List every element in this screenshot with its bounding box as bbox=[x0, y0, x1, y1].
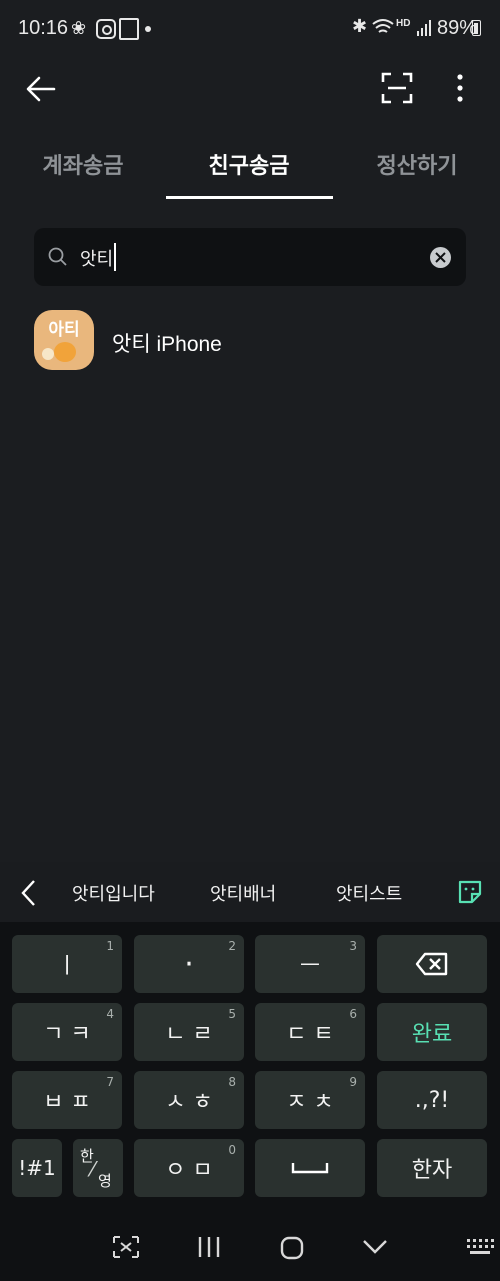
key-g-k[interactable]: ㄱ ㅋ 4 bbox=[12, 1003, 122, 1061]
status-time: 10:16 bbox=[18, 17, 69, 39]
hanja-key[interactable]: 한자 bbox=[377, 1139, 487, 1197]
character-small-icon bbox=[42, 348, 54, 360]
key-number: 5 bbox=[228, 1007, 236, 1021]
key-number: 3 bbox=[349, 939, 357, 953]
key-n-r[interactable]: ㄴ ㄹ 5 bbox=[134, 1003, 244, 1061]
key-label: ㄷ ㅌ bbox=[286, 1022, 334, 1047]
key-number: 0 bbox=[228, 1143, 236, 1157]
key-label: ㅇ ㅁ bbox=[165, 1158, 213, 1183]
status-bar: 10:16 ❀ ✱ HD 89% bbox=[0, 0, 500, 48]
suggestion-bar: 앗티입니다 앗티배너 앗티스트 bbox=[0, 862, 500, 922]
tab-settlement[interactable]: 정산하기 bbox=[334, 148, 500, 180]
suggestion-2[interactable]: 앗티배너 bbox=[210, 880, 276, 906]
more-options-icon[interactable] bbox=[452, 72, 468, 106]
key-label: ㅣ bbox=[56, 954, 78, 979]
key-number: 9 bbox=[349, 1075, 357, 1089]
key-label: 한자 bbox=[411, 1158, 453, 1183]
symbols-key[interactable]: !#1 bbox=[12, 1139, 62, 1197]
backspace-icon bbox=[415, 952, 448, 976]
friend-list-item[interactable]: 아티 앗티 iPhone bbox=[34, 310, 466, 372]
hd-voice-badge: HD bbox=[396, 18, 411, 29]
key-number: 2 bbox=[228, 939, 236, 953]
flower-icon: ❀ bbox=[71, 18, 87, 39]
text-cursor bbox=[114, 243, 116, 271]
key-number: 8 bbox=[228, 1075, 236, 1089]
battery-icon bbox=[472, 20, 481, 36]
suggestion-1[interactable]: 앗티입니다 bbox=[72, 880, 155, 906]
key-d-t[interactable]: ㄷ ㅌ 6 bbox=[255, 1003, 365, 1061]
search-input[interactable]: 앗티 bbox=[80, 245, 113, 271]
recent-apps-icon[interactable] bbox=[196, 1235, 222, 1259]
key-number: 4 bbox=[106, 1007, 114, 1021]
notification-app-icon bbox=[119, 18, 139, 40]
home-icon[interactable] bbox=[279, 1235, 305, 1261]
key-dot[interactable]: · 2 bbox=[134, 935, 244, 993]
transfer-tabs: 계좌송금 친구송금 정산하기 bbox=[0, 138, 500, 200]
key-horizontal[interactable]: ㅡ 3 bbox=[255, 935, 365, 993]
search-field[interactable]: 앗티 bbox=[34, 228, 466, 286]
space-key[interactable] bbox=[255, 1139, 365, 1197]
key-vertical[interactable]: ㅣ 1 bbox=[12, 935, 122, 993]
key-label: .,?! bbox=[414, 1087, 450, 1113]
avatar: 아티 bbox=[34, 310, 94, 370]
suggestion-3[interactable]: 앗티스트 bbox=[336, 880, 402, 906]
key-number: 6 bbox=[349, 1007, 357, 1021]
signal-icon bbox=[417, 20, 431, 36]
done-key[interactable]: 완료 bbox=[377, 1003, 487, 1061]
key-number: 7 bbox=[106, 1075, 114, 1089]
backspace-key[interactable] bbox=[377, 935, 487, 993]
key-label: ㄱ ㅋ bbox=[43, 1022, 91, 1047]
key-label: · bbox=[184, 946, 194, 982]
tab-friend-transfer[interactable]: 친구송금 bbox=[166, 148, 332, 180]
friend-name: 앗티 iPhone bbox=[112, 333, 222, 356]
sticker-icon[interactable] bbox=[456, 878, 484, 906]
keyboard-switch-icon[interactable] bbox=[466, 1237, 494, 1257]
key-label: ㄴ ㄹ bbox=[165, 1022, 213, 1047]
punctuation-key[interactable]: .,?! bbox=[377, 1071, 487, 1129]
keyboard-hide-icon[interactable] bbox=[112, 1235, 140, 1259]
bluetooth-icon: ✱ bbox=[352, 16, 368, 36]
key-label: ㅅ ㅎ bbox=[165, 1090, 213, 1115]
slash-divider: ⁄ bbox=[91, 1157, 95, 1181]
top-app-bar bbox=[0, 48, 500, 138]
key-number: 1 bbox=[106, 939, 114, 953]
character-icon bbox=[54, 342, 76, 362]
back-arrow-icon[interactable] bbox=[24, 72, 58, 106]
wifi-icon bbox=[372, 19, 394, 33]
key-label: !#1 bbox=[18, 1156, 56, 1180]
search-icon bbox=[48, 247, 67, 266]
instagram-icon bbox=[96, 19, 116, 39]
key-s-h[interactable]: ㅅ ㅎ 8 bbox=[134, 1071, 244, 1129]
active-tab-indicator bbox=[166, 196, 333, 199]
avatar-text: 아티 bbox=[48, 320, 80, 340]
key-label: 완료 bbox=[411, 1022, 453, 1047]
chevron-down-icon[interactable] bbox=[362, 1237, 388, 1257]
tab-account-transfer[interactable]: 계좌송금 bbox=[0, 148, 166, 180]
scan-icon[interactable] bbox=[380, 71, 414, 105]
system-nav-bar bbox=[0, 1215, 500, 1281]
key-label: ㅂ ㅍ bbox=[43, 1090, 91, 1115]
key-label: ㅡ bbox=[299, 954, 321, 979]
clear-search-icon[interactable] bbox=[430, 247, 451, 268]
key-j-ch[interactable]: ㅈ ㅊ 9 bbox=[255, 1071, 365, 1129]
chevron-left-icon[interactable] bbox=[18, 878, 38, 908]
language-toggle-key[interactable]: 한 ⁄ 영 bbox=[73, 1139, 123, 1197]
key-b-p[interactable]: ㅂ ㅍ 7 bbox=[12, 1071, 122, 1129]
key-o-m[interactable]: ㅇ ㅁ 0 bbox=[134, 1139, 244, 1197]
more-notifications-dot bbox=[145, 26, 151, 32]
key-label-bottom: 영 bbox=[98, 1172, 112, 1190]
key-label: ㅈ ㅊ bbox=[286, 1090, 334, 1115]
space-icon bbox=[291, 1163, 329, 1174]
